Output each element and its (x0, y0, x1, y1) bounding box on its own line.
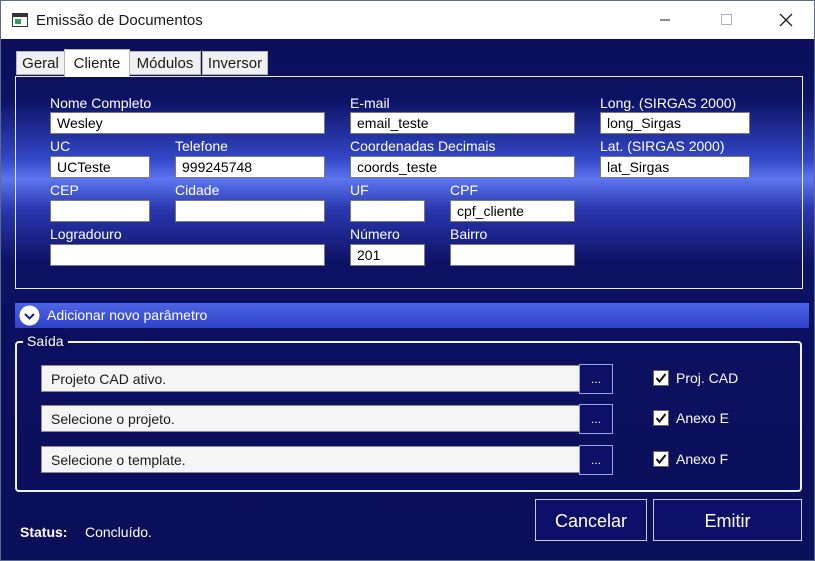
project-path-field[interactable]: Selecione o projeto. (41, 405, 580, 432)
app-icon (12, 13, 28, 27)
browse-project-button[interactable]: ... (579, 404, 613, 434)
coords-label: Coordenadas Decimais (350, 138, 496, 154)
cancel-button[interactable]: Cancelar (535, 499, 647, 541)
status-label: Status: (20, 524, 68, 540)
uf-label: UF (350, 182, 369, 198)
anexo-e-label: Anexo E (676, 410, 729, 426)
numero-field[interactable]: 201 (350, 244, 425, 266)
close-button[interactable] (757, 1, 803, 39)
anexo-f-label: Anexo F (676, 451, 729, 467)
bairro-label: Bairro (450, 226, 488, 242)
tab-inversor[interactable]: Inversor (202, 51, 268, 75)
close-icon (779, 13, 793, 27)
browse-cad-button[interactable]: ... (579, 364, 613, 394)
logradouro-label: Logradouro (50, 226, 122, 242)
email-label: E-mail (350, 95, 390, 111)
cliente-panel: Nome Completo Wesley E-mail email_teste … (15, 76, 803, 289)
nome-label: Nome Completo (50, 95, 152, 111)
browse-template-button[interactable]: ... (579, 445, 613, 475)
cep-label: CEP (50, 182, 79, 198)
template-path-field[interactable]: Selecione o template. (41, 446, 580, 473)
lat-label: Lat. (SIRGAS 2000) (600, 138, 725, 154)
anexo-f-checkbox[interactable] (653, 451, 669, 467)
telefone-label: Telefone (175, 138, 228, 154)
minimize-button[interactable] (654, 1, 700, 39)
cidade-label: Cidade (175, 182, 220, 198)
emit-button[interactable]: Emitir (653, 499, 802, 541)
proj-cad-label: Proj. CAD (676, 370, 739, 386)
status-value: Concluído. (85, 524, 152, 540)
cidade-field[interactable] (175, 200, 325, 222)
lat-field[interactable]: lat_Sirgas (600, 156, 750, 178)
title-bar: Emissão de Documentos (1, 1, 814, 39)
tab-geral[interactable]: Geral (16, 51, 65, 75)
client-area: Geral Cliente Módulos Inversor Nome Comp… (1, 39, 814, 560)
logradouro-field[interactable] (50, 244, 325, 266)
window-title: Emissão de Documentos (36, 12, 203, 29)
maximize-icon (721, 14, 732, 25)
checkmark-icon (655, 454, 667, 465)
app-window: Emissão de Documentos Geral Cliente Módu… (0, 0, 815, 561)
proj-cad-checkbox[interactable] (653, 370, 669, 386)
coords-field[interactable]: coords_teste (350, 156, 575, 178)
uc-label: UC (50, 138, 71, 154)
anexo-e-checkbox[interactable] (653, 410, 669, 426)
long-field[interactable]: long_Sirgas (600, 112, 750, 134)
expander-label: Adicionar novo parâmetro (47, 307, 208, 323)
uc-field[interactable]: UCTeste (50, 156, 150, 178)
bairro-field[interactable] (450, 244, 575, 266)
minimize-icon (660, 19, 670, 21)
saida-group: Saída Projeto CAD ativo. ... Proj. CAD S… (15, 333, 802, 492)
nome-field[interactable]: Wesley (50, 112, 325, 134)
cpf-label: CPF (450, 182, 478, 198)
cpf-field[interactable]: cpf_cliente (450, 200, 575, 222)
uf-field[interactable] (350, 200, 425, 222)
cad-project-path-field[interactable]: Projeto CAD ativo. (41, 365, 580, 392)
add-parameter-expander[interactable]: Adicionar novo parâmetro (15, 303, 809, 328)
tab-cliente[interactable]: Cliente (64, 49, 130, 77)
email-field[interactable]: email_teste (350, 112, 575, 134)
checkmark-icon (655, 413, 667, 424)
numero-label: Número (350, 226, 400, 242)
tab-modulos[interactable]: Módulos (129, 51, 201, 75)
checkmark-icon (655, 373, 667, 384)
long-label: Long. (SIRGAS 2000) (600, 95, 737, 111)
saida-title: Saída (23, 333, 68, 349)
telefone-field[interactable]: 999245748 (175, 156, 325, 178)
chevron-down-circle-icon (19, 305, 40, 326)
maximize-button[interactable] (701, 1, 747, 39)
cep-field[interactable] (50, 200, 150, 222)
